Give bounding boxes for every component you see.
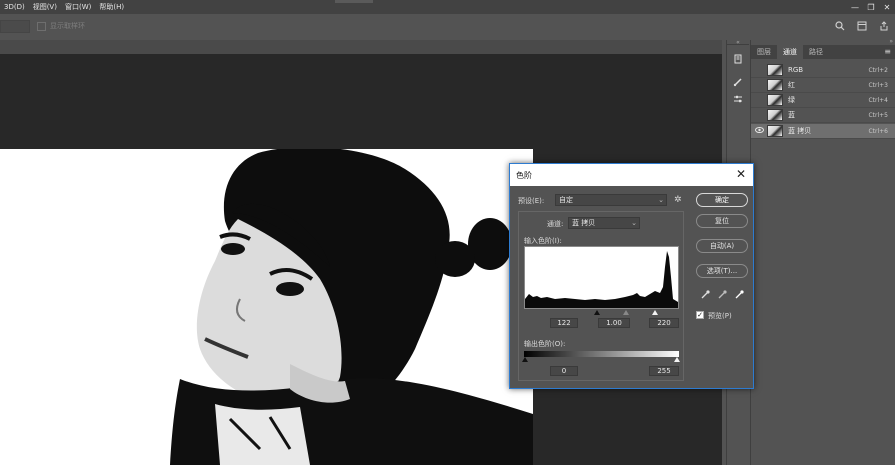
chevron-down-icon: ⌄: [631, 219, 637, 227]
panel-menu-icon[interactable]: ≡: [884, 47, 891, 56]
input-white-field[interactable]: 220: [649, 318, 679, 328]
brush-icon[interactable]: [731, 75, 745, 89]
show-sample-ring-label: 显示取样环: [50, 22, 85, 30]
restore-icon[interactable]: ❐: [863, 0, 879, 14]
channel-thumbnail: [767, 94, 783, 106]
input-levels-label: 输入色阶(I):: [524, 237, 562, 245]
minimize-icon[interactable]: —: [847, 0, 863, 14]
white-point-handle[interactable]: [652, 310, 658, 315]
channel-shortcut: Ctrl+3: [868, 81, 888, 89]
collapse-icon[interactable]: «: [727, 40, 749, 46]
channel-select[interactable]: 蓝 拷贝 ⌄: [568, 217, 640, 229]
input-gamma-field[interactable]: 1.00: [598, 318, 630, 328]
channel-row-rgb[interactable]: RGB Ctrl+2: [751, 63, 895, 78]
channel-shortcut: Ctrl+4: [868, 96, 888, 104]
channel-name: RGB: [788, 66, 804, 74]
history-icon[interactable]: [731, 52, 745, 66]
tab-channels[interactable]: 通道: [777, 45, 803, 59]
output-slider[interactable]: [522, 357, 680, 363]
menu-3d[interactable]: 3D(D): [0, 3, 29, 11]
output-black-field[interactable]: 0: [550, 366, 578, 376]
preset-label: 预设(E):: [518, 197, 545, 205]
menu-bar: 3D(D) 视图(V) 窗口(W) 帮助(H) — ❐ ✕: [0, 0, 895, 14]
show-sample-ring-checkbox[interactable]: [37, 22, 46, 31]
sample-size-field[interactable]: [0, 20, 30, 33]
menu-help[interactable]: 帮助(H): [95, 2, 128, 12]
channel-name: 蓝 拷贝: [788, 127, 812, 135]
channel-name: 红: [788, 81, 795, 89]
channel-row-red[interactable]: 红 Ctrl+3: [751, 78, 895, 93]
menu-window[interactable]: 窗口(W): [61, 2, 95, 12]
auto-button[interactable]: 自动(A): [696, 239, 748, 253]
black-point-handle[interactable]: [594, 310, 600, 315]
close-window-icon[interactable]: ✕: [879, 0, 895, 14]
chevron-down-icon: ⌄: [658, 196, 664, 204]
channel-name: 蓝: [788, 111, 795, 119]
channel-label: 通道:: [547, 220, 564, 228]
black-eyedropper-icon[interactable]: [701, 290, 710, 302]
tab-layers[interactable]: 图层: [751, 45, 777, 59]
preview-label: 预览(P): [708, 312, 732, 320]
channel-shortcut: Ctrl+2: [868, 66, 888, 74]
window-controls: — ❐ ✕: [847, 0, 895, 14]
channel-shortcut: Ctrl+5: [868, 111, 888, 119]
gear-icon[interactable]: ✲: [674, 195, 682, 205]
workspace-icon[interactable]: [855, 19, 869, 33]
gray-eyedropper-icon[interactable]: [718, 290, 727, 302]
close-icon[interactable]: ✕: [736, 167, 746, 181]
document-canvas[interactable]: [0, 149, 533, 465]
share-icon[interactable]: [877, 19, 891, 33]
channels-panel: » 图层 通道 路径 ≡ RGB Ctrl+2 红 Ctrl+3 绿 Ctrl+…: [750, 38, 895, 465]
channel-row-blue-copy[interactable]: 蓝 拷贝 Ctrl+6: [751, 124, 895, 139]
white-eyedropper-icon[interactable]: [735, 290, 744, 302]
channel-thumbnail: [767, 79, 783, 91]
histogram: [524, 246, 679, 309]
levels-dialog: 色阶 ✕ 预设(E): 自定 ⌄ ✲ 通道: 蓝 拷贝 ⌄ 输入色阶(I): 1…: [509, 163, 754, 389]
input-black-field[interactable]: 122: [550, 318, 578, 328]
input-slider[interactable]: [524, 310, 679, 316]
options-button[interactable]: 选项(T)...: [696, 264, 748, 278]
panel-tabs: 图层 通道 路径: [751, 45, 895, 59]
output-white-field[interactable]: 255: [649, 366, 679, 376]
panel-collapse-icon[interactable]: »: [889, 38, 893, 45]
search-icon[interactable]: [833, 19, 847, 33]
output-levels-label: 输出色阶(O):: [524, 340, 566, 348]
reset-button[interactable]: 复位: [696, 214, 748, 228]
channel-row-blue[interactable]: 蓝 Ctrl+5: [751, 108, 895, 123]
menu-view[interactable]: 视图(V): [29, 2, 61, 12]
channel-select-value: 蓝 拷贝: [572, 219, 596, 227]
dialog-title: 色阶: [516, 171, 532, 180]
output-black-handle[interactable]: [522, 357, 528, 362]
portrait-image: [0, 149, 533, 465]
adjustments-icon[interactable]: [731, 92, 745, 106]
channel-thumbnail: [767, 125, 783, 137]
output-white-handle[interactable]: [674, 357, 680, 362]
channel-shortcut: Ctrl+6: [868, 127, 888, 135]
ok-button[interactable]: 确定: [696, 193, 748, 207]
document-tab-strip: [0, 40, 722, 54]
gamma-handle[interactable]: [623, 310, 629, 315]
preview-checkbox[interactable]: ✓: [696, 311, 704, 319]
channel-thumbnail: [767, 109, 783, 121]
preset-value: 自定: [559, 196, 573, 204]
menubar-center-marker: [335, 0, 373, 3]
preset-select[interactable]: 自定 ⌄: [555, 194, 667, 206]
tab-paths[interactable]: 路径: [803, 45, 829, 59]
channel-row-green[interactable]: 绿 Ctrl+4: [751, 93, 895, 108]
dialog-title-bar: 色阶 ✕: [510, 164, 753, 186]
channel-name: 绿: [788, 96, 795, 104]
channel-thumbnail: [767, 64, 783, 76]
eye-icon[interactable]: [753, 127, 765, 135]
